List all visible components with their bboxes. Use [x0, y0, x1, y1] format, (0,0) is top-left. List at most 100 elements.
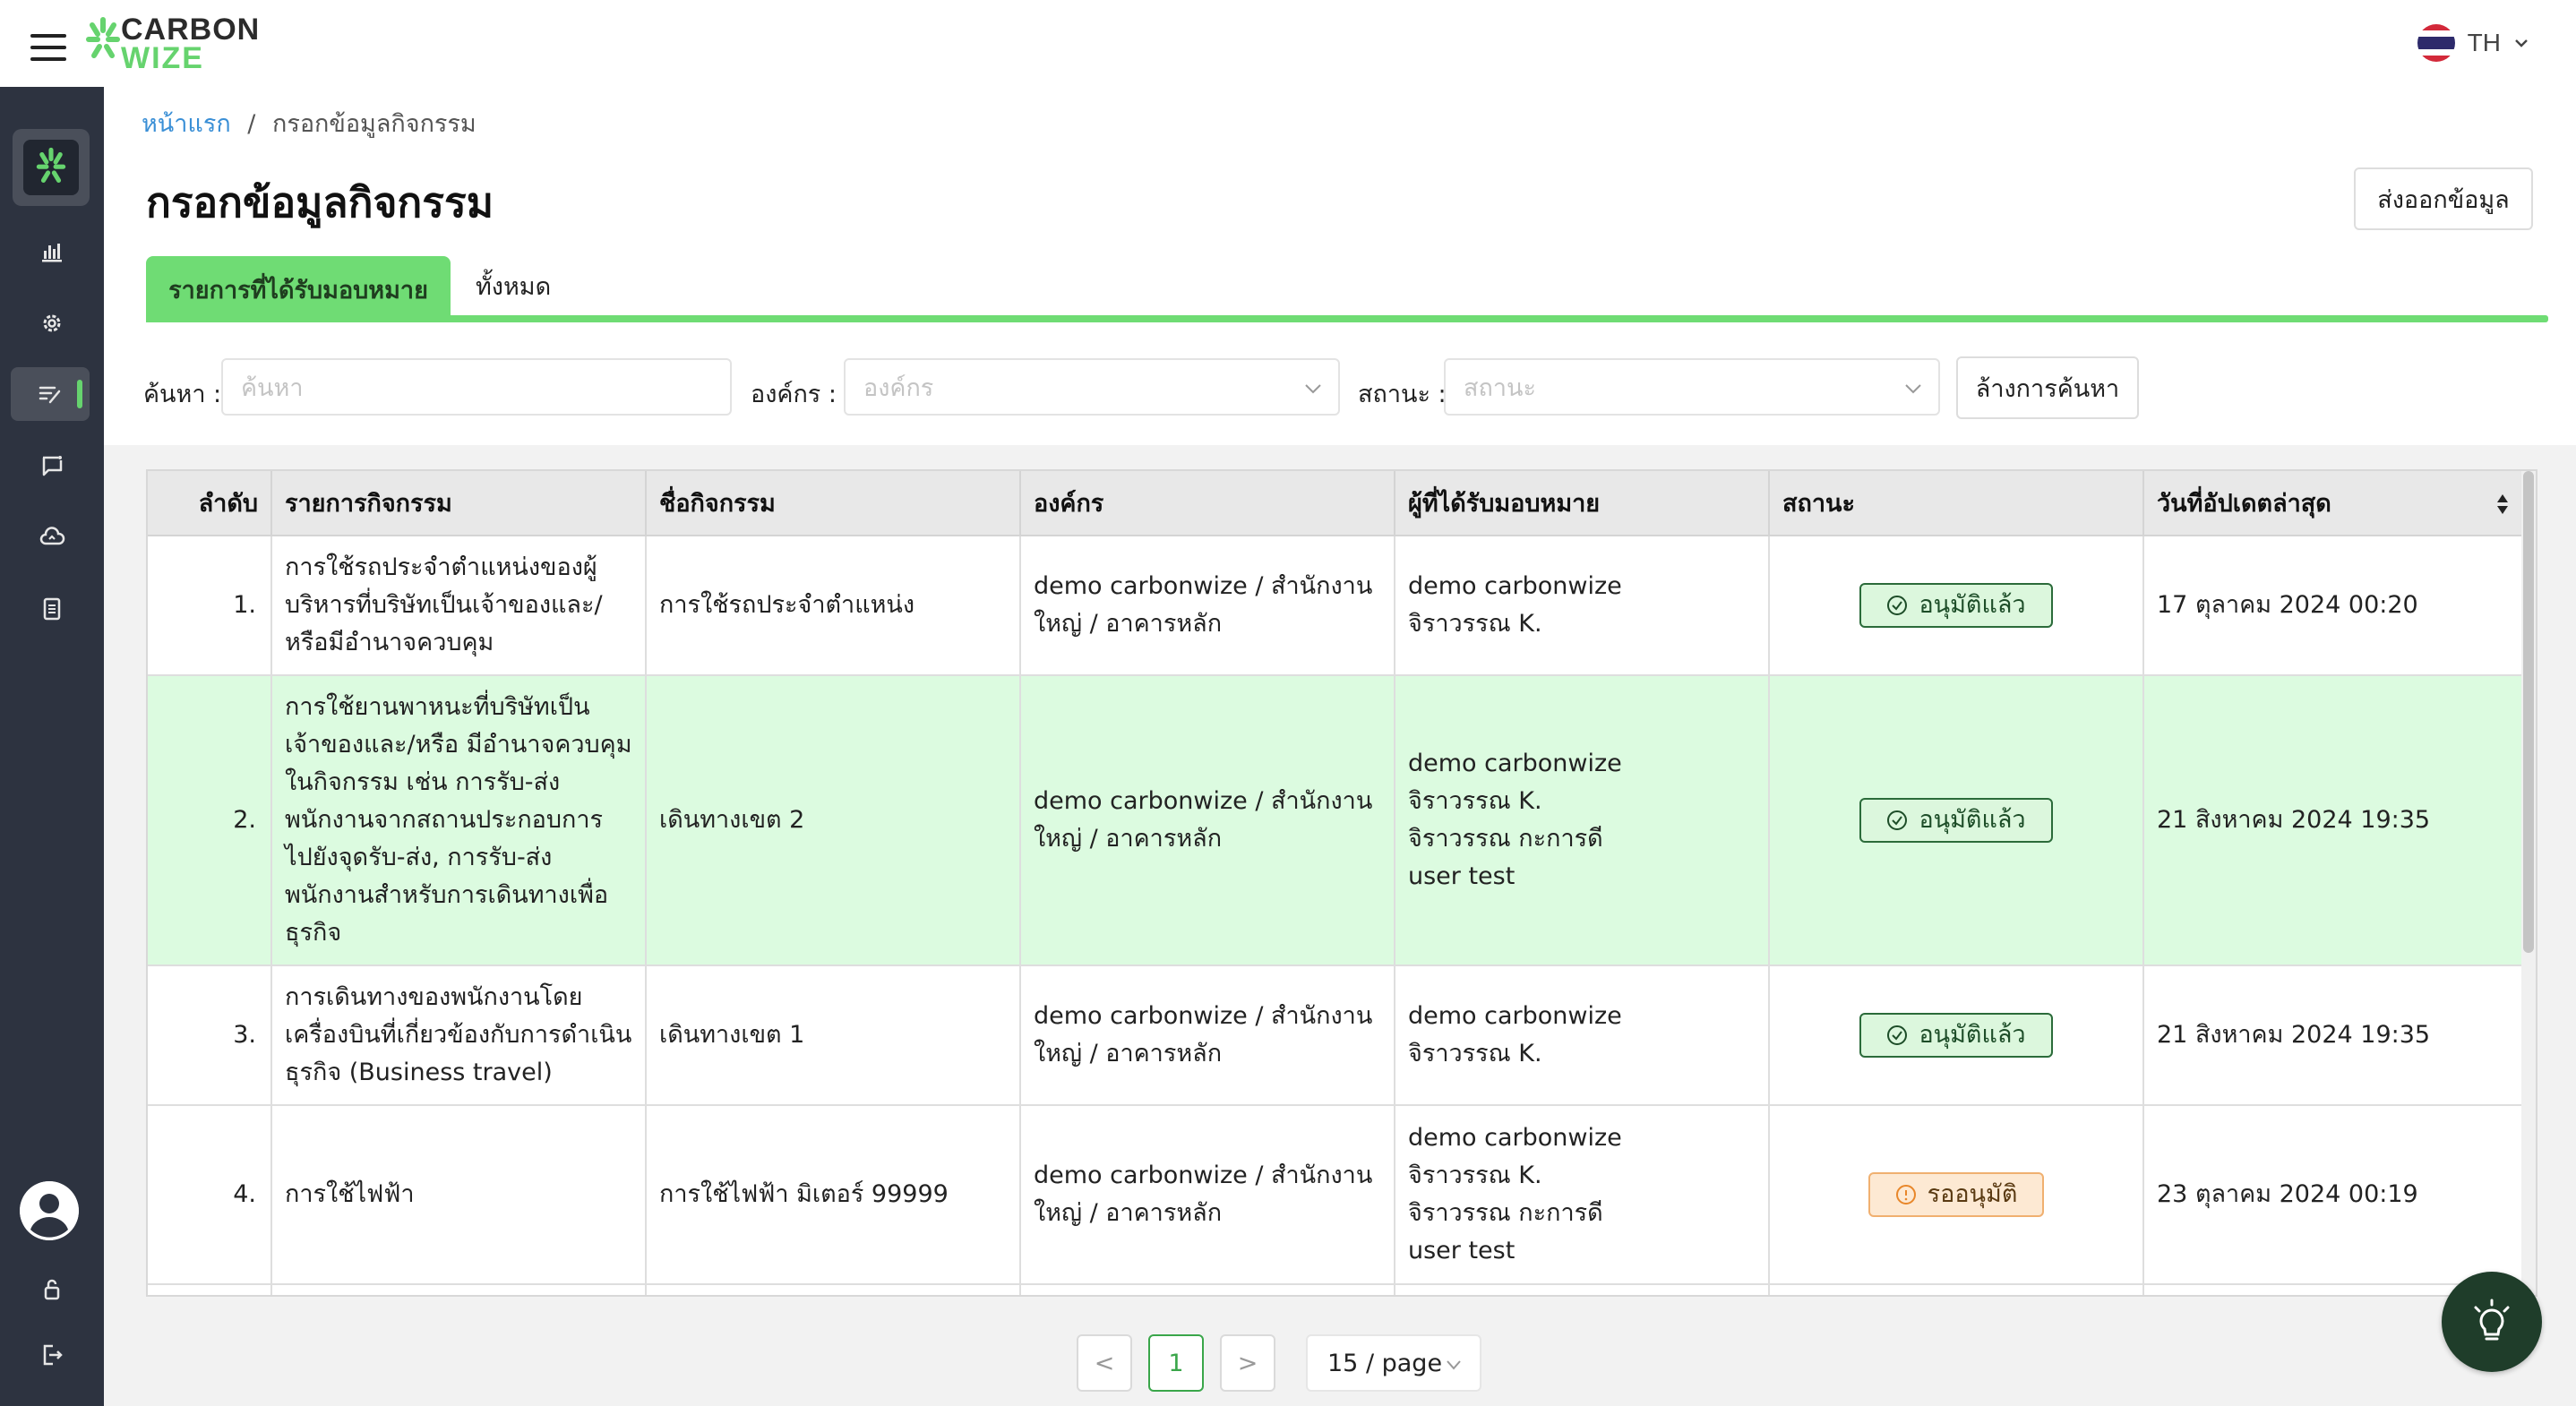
- cell-activity-name: เดินทางเขต 2: [646, 675, 1021, 966]
- tab-bar: รายการที่ได้รับมอบหมาย ทั้งหมด: [146, 256, 2548, 322]
- language-code: TH: [2467, 29, 2501, 56]
- cell-assignees: demo carbonwizeจิราวรรณ K.: [1395, 965, 1770, 1106]
- cell-order: 5.: [148, 1284, 272, 1295]
- info-circle-icon: [1895, 1185, 1916, 1205]
- tips-button[interactable]: [2442, 1272, 2542, 1372]
- user-avatar[interactable]: [20, 1181, 79, 1240]
- cell-activity-name: เดินทางเขต 1: [646, 965, 1021, 1106]
- col-header-activity[interactable]: รายการกิจกรรม: [271, 471, 647, 536]
- org-placeholder: องค์กร: [863, 373, 934, 402]
- cell-status: อนุมัติแล้ว: [1769, 536, 2144, 676]
- tab-underline: [146, 315, 2548, 322]
- prev-page-button[interactable]: <: [1077, 1334, 1132, 1392]
- col-header-assignee[interactable]: ผู้ที่ได้รับมอบหมาย: [1395, 471, 1770, 536]
- status-badge-approved: อนุมัติแล้ว: [1859, 583, 2053, 628]
- cell-order: 2.: [148, 675, 272, 966]
- chevron-down-icon: [1447, 1360, 1461, 1370]
- gear-icon: [43, 314, 61, 332]
- sidebar: [0, 87, 104, 1406]
- assignee-name: จิราวรรณ กะการดี: [1408, 1199, 1603, 1227]
- cell-activity: การใช้รถประจำตำแหน่งของผู้บริหารที่บริษั…: [271, 536, 647, 676]
- scrollbar-thumb[interactable]: [2523, 471, 2534, 953]
- next-page-button[interactable]: >: [1220, 1334, 1275, 1392]
- logo-text-wize: WIZE: [121, 41, 204, 75]
- table-header-row: ลำดับ รายการกิจกรรม ชื่อกิจกรรม องค์กร ผ…: [148, 471, 2524, 536]
- activity-table: ลำดับ รายการกิจกรรม ชื่อกิจกรรม องค์กร ผ…: [146, 469, 2537, 1297]
- status-placeholder: สถานะ: [1464, 373, 1536, 402]
- sidebar-item-cloud[interactable]: [0, 510, 104, 564]
- sidebar-item-reports[interactable]: [0, 582, 104, 636]
- cell-activity: การเดินทางของพนักงานโดยเครื่องบินที่เกี่…: [271, 965, 647, 1106]
- table-scrollbar[interactable]: [2521, 471, 2536, 1295]
- sort-icon[interactable]: [2495, 493, 2510, 516]
- cell-activity: การใช้ไฟฟ้า: [271, 1105, 647, 1285]
- chevron-down-icon: [1905, 384, 1921, 394]
- status-badge-pending: รออนุมัติ: [1868, 1172, 2045, 1217]
- col-header-org[interactable]: องค์กร: [1020, 471, 1395, 536]
- sidebar-item-messages[interactable]: [0, 439, 104, 493]
- page-size-select[interactable]: 15 / page: [1306, 1334, 1481, 1392]
- cell-activity: การใช้ยานพาหนะที่บริษัทเป็นเจ้าของและ/หร…: [271, 675, 647, 966]
- sidebar-item-settings[interactable]: [0, 296, 104, 350]
- status-text: อนุมัติแล้ว: [1919, 1021, 2026, 1049]
- assignee-name: demo carbonwize: [1408, 1002, 1622, 1030]
- page-size-label: 15 / page: [1327, 1349, 1443, 1377]
- sidebar-item-logout[interactable]: [0, 1328, 104, 1382]
- status-label: สถานะ :: [1358, 381, 1447, 408]
- status-badge-approved: อนุมัติแล้ว: [1859, 798, 2053, 843]
- menu-icon[interactable]: [30, 34, 66, 61]
- breadcrumb-home-link[interactable]: หน้าแรก: [142, 110, 231, 138]
- tab-all[interactable]: ทั้งหมด: [476, 256, 551, 315]
- top-header: CARBON WIZE TH: [0, 0, 2576, 87]
- clear-search-button[interactable]: ล้างการค้นหา: [1956, 356, 2139, 419]
- tab-assigned[interactable]: รายการที่ได้รับมอบหมาย: [146, 256, 451, 322]
- lock-icon: [44, 1279, 60, 1300]
- cell-status: อนุมัติแล้ว: [1769, 1284, 2144, 1295]
- cell-updated: 23 ตุลาคม 2024 00:19: [2143, 1105, 2524, 1285]
- table-row[interactable]: 2. การใช้ยานพาหนะที่บริษัทเป็นเจ้าของและ/…: [148, 675, 2524, 966]
- thai-flag-icon: [2417, 24, 2455, 62]
- sidebar-item-lock[interactable]: [0, 1263, 104, 1316]
- table-row[interactable]: 1. การใช้รถประจำตำแหน่งของผู้บริหารที่บริ…: [148, 536, 2524, 676]
- check-circle-icon: [1887, 810, 1908, 830]
- language-selector[interactable]: TH: [2417, 23, 2529, 63]
- cell-updated: 21 สิงหาคม 2024 19:35: [2143, 675, 2524, 966]
- status-text: อนุมัติแล้ว: [1919, 591, 2026, 619]
- cell-order: 4.: [148, 1105, 272, 1285]
- search-placeholder: ค้นหา: [241, 373, 304, 402]
- org-select[interactable]: องค์กร: [844, 358, 1340, 416]
- cell-assignees: demo carbonwizeจิราวรรณ K.: [1395, 1284, 1770, 1295]
- col-header-updated[interactable]: วันที่อัปเดตล่าสุด: [2143, 471, 2524, 536]
- sidebar-item-dashboard[interactable]: [0, 225, 104, 279]
- status-select[interactable]: สถานะ: [1444, 358, 1940, 416]
- col-header-status[interactable]: สถานะ: [1769, 471, 2144, 536]
- table-row[interactable]: 3. การเดินทางของพนักงานโดยเครื่องบินที่เก…: [148, 965, 2524, 1106]
- cell-assignees: demo carbonwize จิราวรรณ K. จิราวรรณ กะการ…: [1395, 1105, 1770, 1285]
- cell-org: demo carbonwize / สำนักงานใหญ่ / อาคารหล…: [1020, 965, 1395, 1106]
- assignee-name: user test: [1408, 1237, 1516, 1265]
- carbonwize-logo[interactable]: CARBON WIZE: [83, 13, 271, 75]
- sidebar-item-activity-entry[interactable]: [11, 367, 90, 421]
- table-row[interactable]: 4. การใช้ไฟฟ้า การใช้ไฟฟ้า มิเตอร์ 99999 de…: [148, 1105, 2524, 1285]
- check-circle-icon: [1887, 596, 1908, 615]
- search-input[interactable]: ค้นหา: [221, 358, 732, 416]
- status-text: อนุมัติแล้ว: [1919, 806, 2026, 834]
- assignee-name: demo carbonwize: [1408, 750, 1622, 777]
- col-header-name[interactable]: ชื่อกิจกรรม: [646, 471, 1021, 536]
- assignee-name: จิราวรรณ K.: [1408, 1162, 1542, 1189]
- lightbulb-icon: [2474, 1299, 2510, 1341]
- sidebar-home-button[interactable]: [13, 129, 90, 206]
- assignee-name: จิราวรรณ K.: [1408, 610, 1542, 638]
- cell-assignees: demo carbonwizeจิราวรรณ K.: [1395, 536, 1770, 676]
- chevron-down-icon: [2515, 39, 2528, 47]
- table-row[interactable]: 5.สารทำความเย็นอื่นๆ เช่น R22สารทำความเย…: [148, 1284, 2524, 1295]
- search-label: ค้นหา :: [143, 381, 222, 408]
- cell-status: รออนุมัติ: [1769, 1105, 2144, 1285]
- assignee-name: demo carbonwize: [1408, 1124, 1622, 1152]
- cell-org: demo carbonwize / สำนักงานใหญ่ / อาคารหล…: [1020, 1284, 1395, 1295]
- page-1-button[interactable]: 1: [1148, 1334, 1204, 1392]
- cell-order: 3.: [148, 965, 272, 1106]
- export-button[interactable]: ส่งออกข้อมูล: [2354, 167, 2533, 230]
- col-header-order[interactable]: ลำดับ: [148, 471, 272, 536]
- cell-order: 1.: [148, 536, 272, 676]
